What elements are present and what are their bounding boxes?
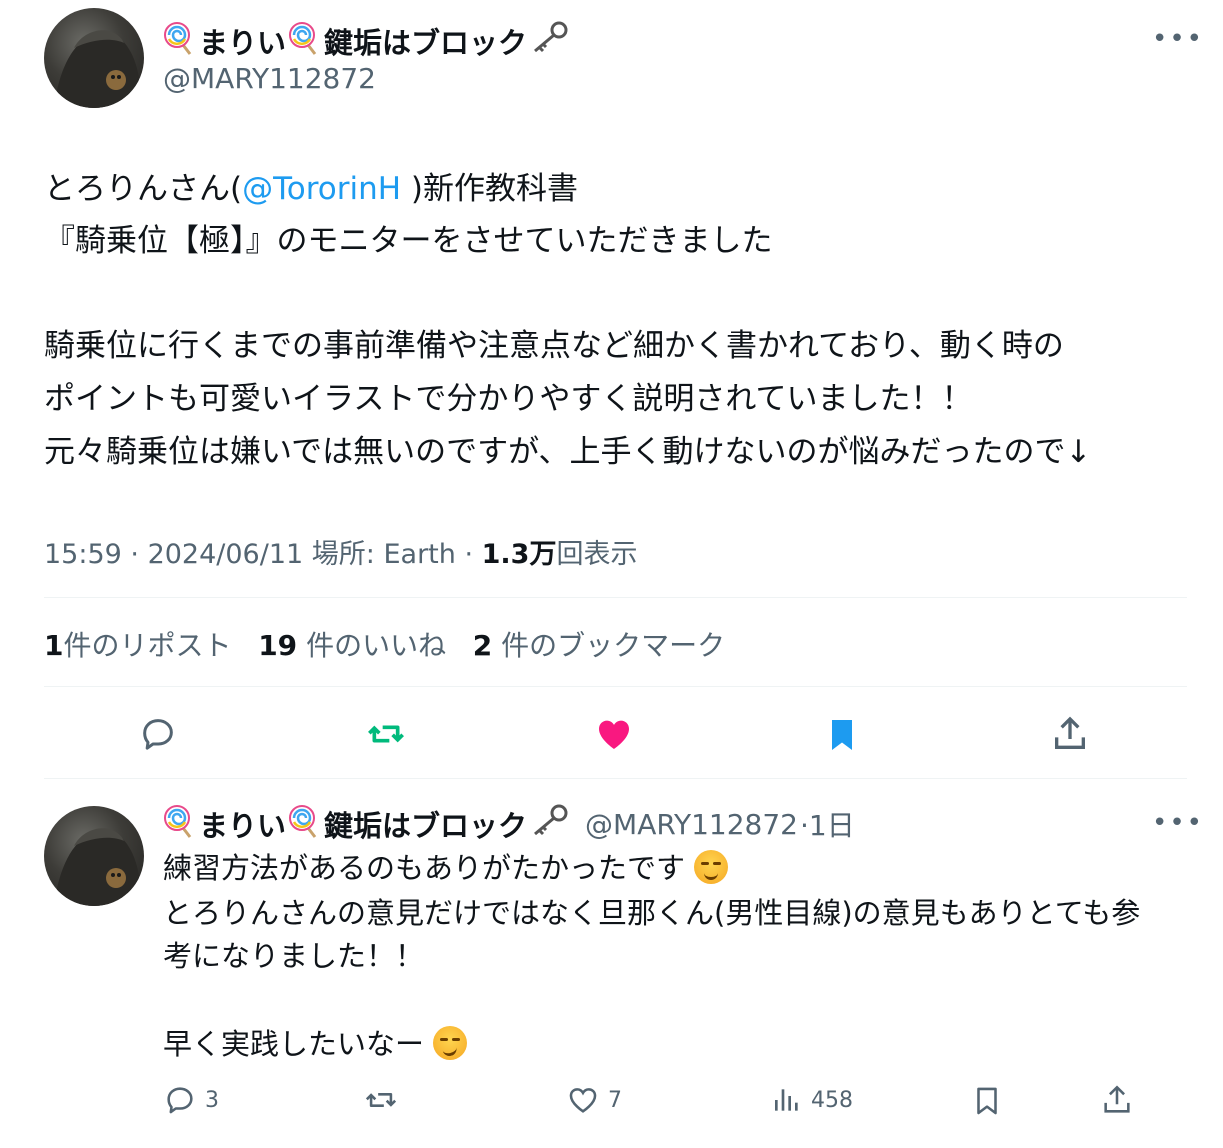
key-icon <box>529 21 569 62</box>
reply-author-name-part2[interactable]: 鍵垢はブロック <box>324 803 527 845</box>
like-icon <box>566 1083 600 1117</box>
more-options-icon[interactable]: ••• <box>1152 24 1204 54</box>
lollipop-icon <box>288 804 322 845</box>
meta-separator: · <box>455 539 482 570</box>
view-label: 回表示 <box>556 539 638 570</box>
meta-separator: · <box>121 539 148 570</box>
reply-text-line-3: 考になりました！！ <box>163 939 425 973</box>
key-icon <box>529 804 569 845</box>
lollipop-icon <box>163 21 197 62</box>
tweet-meta: 15:59 · 2024/06/11 場所: Earth · 1.3万回表示 <box>44 532 637 571</box>
divider <box>44 686 1187 687</box>
tweet-location: 場所: Earth <box>311 539 456 570</box>
reply-icon <box>163 1083 197 1117</box>
reply-text-line-1: 練習方法があるのもありがたかったです <box>163 846 729 890</box>
tweet-text-line-3: 騎乗位に行くまでの事前準備や注意点など細かく書かれており、動く時の <box>44 328 1064 364</box>
likes-count: 19 <box>258 629 298 662</box>
lollipop-icon <box>288 21 322 62</box>
bookmark-icon <box>970 1083 1004 1119</box>
divider <box>44 778 1187 779</box>
tweet-text-segment: )新作教科書 <box>401 171 579 207</box>
reply-more-options-icon[interactable]: ••• <box>1152 808 1204 838</box>
view-count: 1.3万 <box>481 539 557 570</box>
bookmarks-count: 2 <box>472 629 493 662</box>
reposts-stat[interactable]: 1件のリポスト <box>44 629 232 662</box>
repost-icon[interactable] <box>365 714 407 754</box>
likes-stat[interactable]: 19 件のいいね <box>258 629 446 662</box>
reply-text-line-4: 早く実践したいなー <box>163 1022 468 1066</box>
lollipop-icon <box>163 804 197 845</box>
repost-icon <box>362 1083 400 1117</box>
bookmark-icon[interactable] <box>822 714 862 756</box>
reply-icon[interactable] <box>138 714 178 754</box>
reply-time[interactable]: ·1日 <box>800 804 855 844</box>
reply-share-button[interactable] <box>1100 1083 1134 1117</box>
reply-author-handle[interactable]: @MARY112872 <box>585 808 798 841</box>
reply-text-segment: 早く実践したいなー <box>163 1027 425 1061</box>
tweet-time[interactable]: 15:59 <box>44 539 122 570</box>
reply-author-name-part1[interactable]: まりい <box>199 803 286 845</box>
like-icon[interactable] <box>594 714 634 754</box>
reply-views-button[interactable]: 458 <box>771 1083 853 1117</box>
tweet-date[interactable]: 2024/06/11 <box>148 539 304 570</box>
author-name-part2: 鍵垢はブロック <box>324 26 528 60</box>
reply-count: 3 <box>205 1087 219 1113</box>
reply-text-line-2: とろりんさんの意見だけではなく旦那くん(男性目線)の意見もありとても参 <box>163 896 1141 930</box>
share-icon[interactable] <box>1050 714 1090 754</box>
reply-author-avatar[interactable] <box>44 806 144 906</box>
reply-text-segment: 練習方法があるのもありがたかったです <box>163 851 686 885</box>
tweet-text-line-1: とろりんさん(@TororinH )新作教科書 <box>44 163 578 215</box>
reply-bookmark-button[interactable] <box>970 1083 1004 1119</box>
views-chart-icon <box>771 1083 803 1117</box>
share-icon <box>1100 1083 1134 1117</box>
engagement-stats: 1件のリポスト 19 件のいいね 2 件のブックマーク <box>44 624 725 664</box>
likes-label: 件のいいね <box>297 629 447 662</box>
divider <box>44 597 1187 598</box>
reply-author-line: まりい 鍵垢はブロック @MARY112872 ·1日 <box>163 803 855 845</box>
reposts-count: 1 <box>44 629 64 662</box>
author-avatar[interactable] <box>44 8 144 108</box>
reply-repost-button[interactable] <box>362 1083 400 1117</box>
reposts-label: 件のリポスト <box>63 629 232 662</box>
like-count: 7 <box>608 1087 622 1113</box>
author-name-part1: まりい <box>199 26 287 60</box>
tweet-text-segment: とろりんさん( <box>44 171 243 207</box>
smiling-face-icon <box>694 850 729 884</box>
author-handle[interactable]: @MARY112872 <box>163 62 376 95</box>
tweet-text-line-4: ポイントも可愛いイラストで分かりやすく説明されていました！！ <box>44 381 973 417</box>
mention-link[interactable]: @TororinH <box>242 171 401 207</box>
author-name[interactable]: まりい 鍵垢はブロック <box>163 20 569 62</box>
bookmarks-label: 件のブックマーク <box>492 629 726 662</box>
views-count: 458 <box>811 1087 853 1113</box>
reply-reply-button[interactable]: 3 <box>163 1083 219 1117</box>
bookmarks-stat[interactable]: 2 件のブックマーク <box>473 629 725 662</box>
reply-like-button[interactable]: 7 <box>566 1083 622 1117</box>
tweet-text-line-5: 元々騎乗位は嫌いでは無いのですが、上手く動けないのが悩みだったので↓ <box>44 434 1092 470</box>
smirking-face-icon <box>433 1026 468 1060</box>
tweet-text-line-2: 『騎乗位【極】』のモニターをさせていただきました <box>44 223 773 259</box>
